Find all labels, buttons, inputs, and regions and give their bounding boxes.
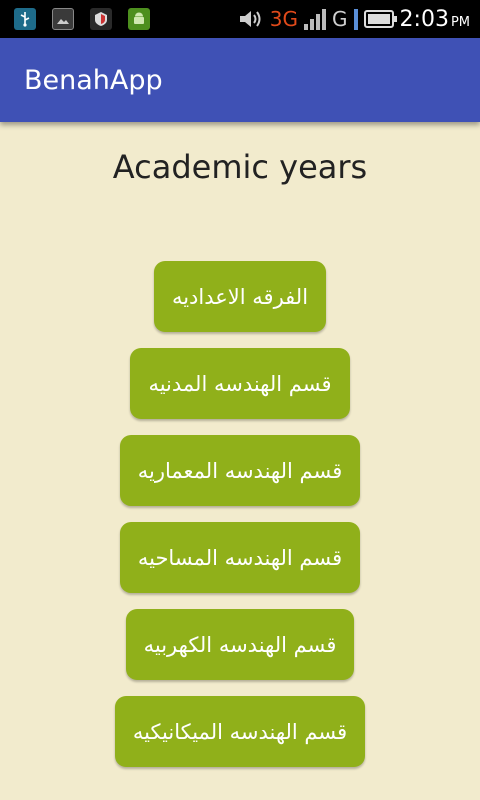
clock: 2:03 PM — [400, 7, 470, 32]
department-button-list: الفرقه الاعداديه قسم الهندسه المدنيه قسم… — [0, 261, 480, 767]
signal-bars-2-icon — [353, 8, 358, 30]
signal-bars-icon — [304, 8, 327, 30]
shield-icon — [90, 8, 112, 30]
notification-icons — [14, 8, 150, 30]
page-heading: Academic years — [112, 148, 368, 186]
android-icon — [128, 8, 150, 30]
app-title: BenahApp — [24, 64, 163, 96]
civil-engineering-button[interactable]: قسم الهندسه المدنيه — [130, 348, 350, 419]
image-icon — [52, 8, 74, 30]
electrical-engineering-button[interactable]: قسم الهندسه الكهربيه — [125, 609, 355, 680]
battery-icon — [363, 10, 397, 28]
system-indicators: 3G G 2:03 PM — [238, 7, 470, 32]
network-3g-label: 3G — [269, 7, 299, 31]
network-g-label: G — [332, 7, 348, 31]
clock-ampm: PM — [450, 14, 470, 30]
usb-icon — [14, 8, 36, 30]
status-bar: 3G G 2:03 PM — [0, 0, 480, 38]
surveying-engineering-button[interactable]: قسم الهندسه المساحيه — [119, 522, 361, 593]
app-bar: BenahApp — [0, 38, 480, 122]
preparatory-year-button[interactable]: الفرقه الاعداديه — [153, 261, 327, 332]
mechanical-engineering-button[interactable]: قسم الهندسه الميكانيكيه — [114, 696, 366, 767]
architecture-engineering-button[interactable]: قسم الهندسه المعماريه — [119, 435, 361, 506]
volume-icon — [239, 11, 261, 27]
clock-time: 2:03 — [399, 6, 449, 32]
